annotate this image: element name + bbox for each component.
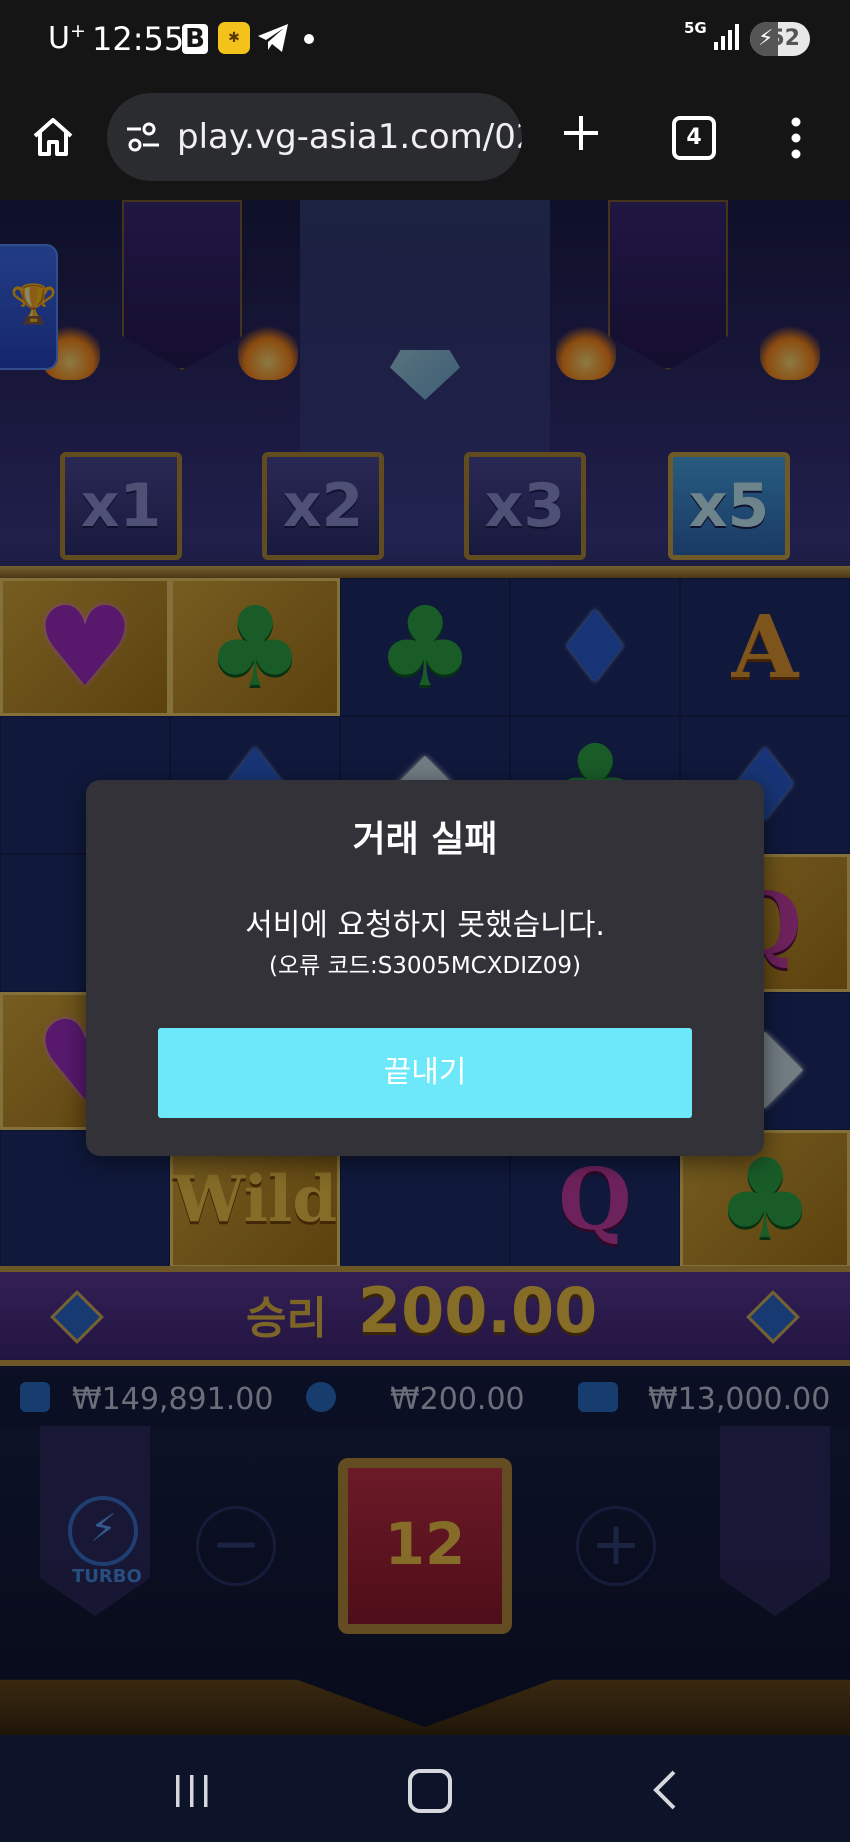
site-settings-icon[interactable] <box>125 119 161 155</box>
clock: 12:55 <box>92 20 185 58</box>
network-type: 5G <box>684 19 707 37</box>
tab-switcher-button[interactable]: 4 <box>672 116 716 160</box>
carrier-label: U+ <box>48 20 86 56</box>
more-menu-icon[interactable] <box>784 114 808 162</box>
telegram-icon <box>258 24 288 52</box>
battery-indicator: ⚡ 52 <box>750 22 810 56</box>
slot-game: 🏆 x1 x2 x3 x5 ♥ ♣ ♣ ♦ A ♦ ◆ ♣ ♦ Q ♥ ◆ Wi… <box>0 200 850 1735</box>
dialog-title: 거래 실패 <box>352 819 498 860</box>
dialog-message: 서비에 요청하지 못했습니다. <box>245 908 605 943</box>
error-code: (오류 코드:S3005MCXDIZ09) <box>269 953 581 979</box>
home-icon[interactable] <box>30 114 76 160</box>
notification-dot-icon <box>304 34 314 44</box>
home-button-icon[interactable] <box>408 1769 452 1813</box>
battery-level: 52 <box>769 26 800 51</box>
url-text[interactable]: play.vg-asia1.com/02 <box>177 93 522 181</box>
browser-toolbar: play.vg-asia1.com/02 4 <box>0 80 850 201</box>
new-tab-icon[interactable] <box>558 110 604 156</box>
recent-apps-icon[interactable] <box>172 1773 212 1809</box>
signal-icon <box>714 24 739 50</box>
address-bar[interactable]: play.vg-asia1.com/02 <box>107 93 522 181</box>
system-nav-bar <box>0 1735 850 1842</box>
error-dialog: 거래 실패 서비에 요청하지 못했습니다. (오류 코드:S3005MCXDIZ… <box>86 780 764 1156</box>
exit-button[interactable]: 끝내기 <box>158 1028 692 1118</box>
kb-app-icon: ✱ <box>218 22 250 54</box>
b-app-icon: B <box>182 24 208 54</box>
back-icon[interactable] <box>650 1769 680 1811</box>
status-bar: U+ 12:55 B ✱ 5G ⚡ 52 <box>0 0 850 80</box>
